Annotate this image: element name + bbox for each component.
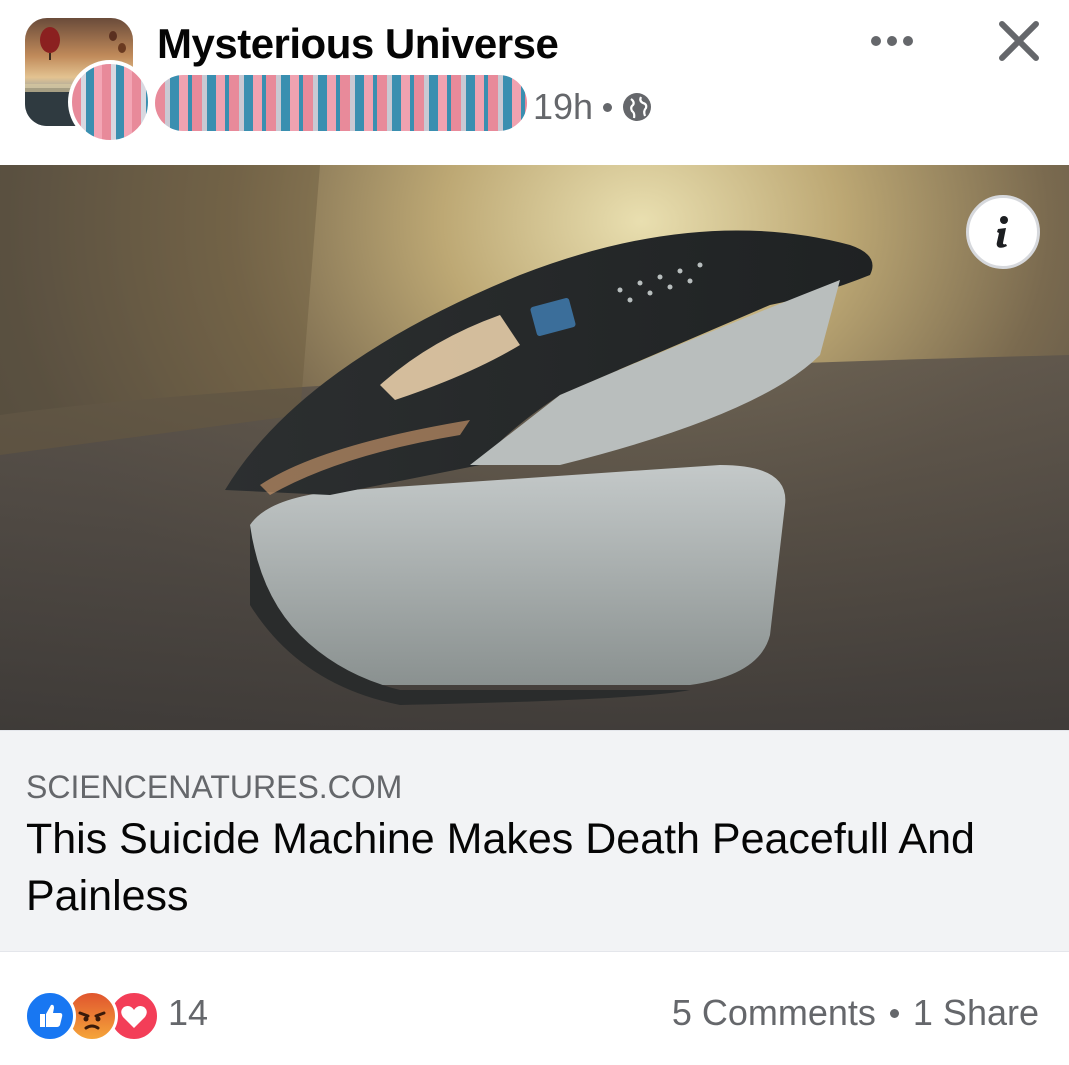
post-header: Mysterious Universe 19h <box>0 0 1069 165</box>
comments-count[interactable]: 5 Comments <box>672 992 876 1034</box>
user-avatar-redacted[interactable] <box>68 60 152 144</box>
post-meta: 19h <box>533 85 652 129</box>
redacted-user-name <box>155 75 527 131</box>
info-button[interactable] <box>966 195 1040 269</box>
pod-machine-illustration <box>0 165 1069 730</box>
separator-dot <box>889 1008 899 1018</box>
more-options-icon <box>871 36 913 46</box>
reaction-icons[interactable] <box>24 990 164 1042</box>
link-domain: SCIENCENATURES.COM <box>26 769 403 805</box>
page-name[interactable]: Mysterious Universe <box>157 20 559 68</box>
link-title[interactable]: This Suicide Machine Makes Death Peacefu… <box>26 811 1026 925</box>
post-timestamp[interactable]: 19h <box>533 86 593 128</box>
link-preview-image[interactable] <box>0 165 1069 730</box>
shares-count[interactable]: 1 Share <box>913 992 1039 1034</box>
info-icon <box>996 216 1008 248</box>
globe-icon <box>623 93 652 121</box>
reaction-count[interactable]: 14 <box>168 992 208 1034</box>
post-footer: 14 5 Comments 1 Share <box>0 952 1069 1065</box>
separator-dot <box>603 102 613 112</box>
close-button[interactable] <box>993 15 1045 67</box>
like-reaction-icon <box>24 990 76 1042</box>
link-preview[interactable]: SCIENCENATURES.COM This Suicide Machine … <box>0 730 1069 952</box>
engagement-summary: 5 Comments 1 Share <box>672 992 1039 1034</box>
more-options-button[interactable] <box>866 24 918 58</box>
close-icon <box>999 21 1039 61</box>
